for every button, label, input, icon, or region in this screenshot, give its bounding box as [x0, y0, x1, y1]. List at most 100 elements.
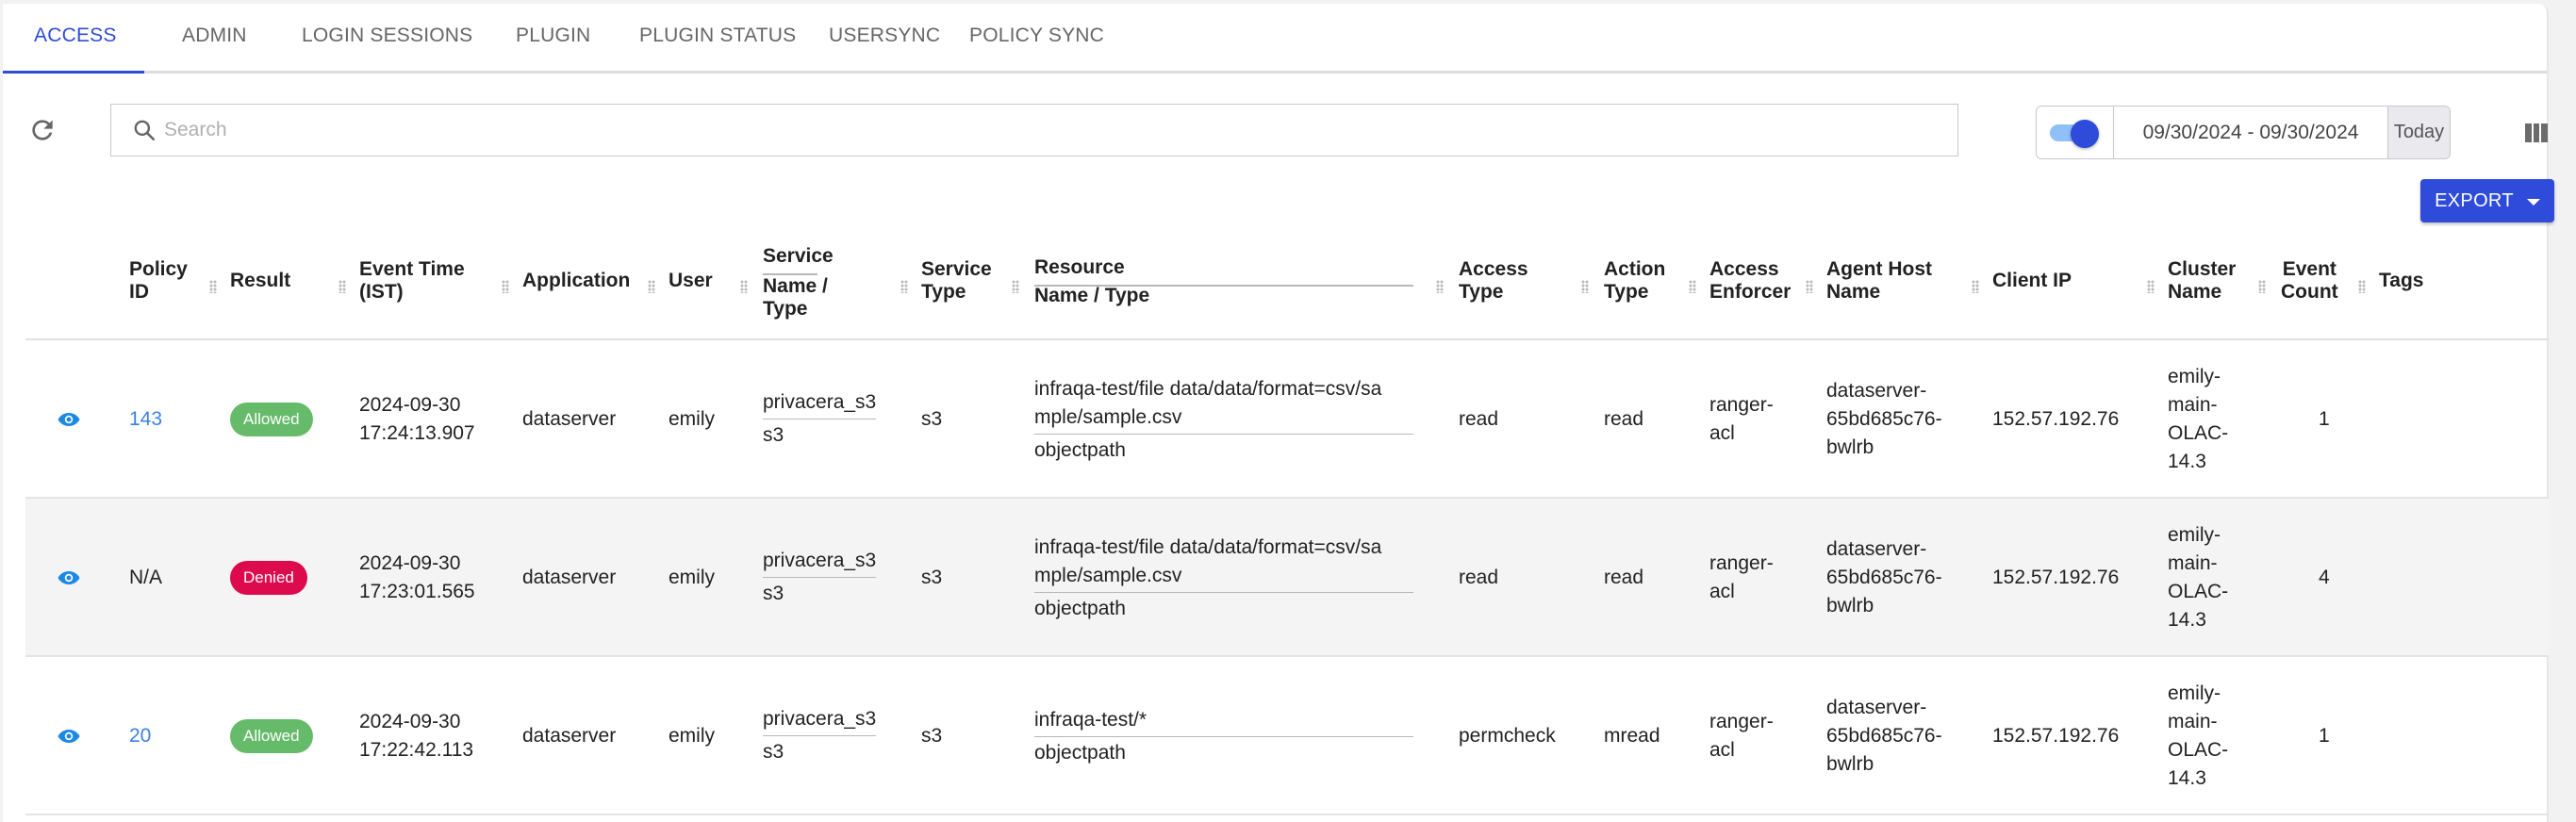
header-resource[interactable]: Resource Name / Type: [1034, 256, 1149, 307]
header-text: Name: [2168, 281, 2222, 303]
cell-text: ranger-: [1709, 552, 1774, 574]
column-drag-handle[interactable]: [2258, 280, 2266, 293]
header-text: Name /: [763, 275, 828, 297]
cell-text: privacera_s3: [763, 705, 877, 736]
cell-text: s3: [763, 741, 784, 763]
cell-resource-name-type: infraqa-test/file data/data/format=csv/s…: [1034, 375, 1413, 465]
column-drag-handle[interactable]: [2358, 280, 2366, 293]
access-audit-table: Policy ID Result Event Time (IST) Applic…: [25, 230, 2549, 815]
header-service-type[interactable]: Service Type: [921, 258, 992, 304]
cell-application: dataserver: [522, 567, 617, 588]
cell-text: acl: [1709, 581, 1735, 602]
header-text: Policy: [129, 258, 188, 280]
cell-text: main-: [2168, 552, 2218, 574]
header-service[interactable]: Service Name / Type: [763, 245, 834, 321]
column-drag-handle[interactable]: [502, 280, 509, 293]
cell-user: emily: [669, 567, 716, 588]
cell-text: mple/sample.csv: [1034, 406, 1182, 428]
table-row[interactable]: 143 Allowed 2024-09-30 17:24:13.907 datas…: [25, 340, 2549, 499]
header-action-type[interactable]: Action Type: [1604, 258, 1665, 304]
column-drag-handle[interactable]: [648, 280, 655, 293]
tab-policy-sync[interactable]: POLICY SYNC: [969, 25, 1104, 53]
cell-text: 2024-09-30: [359, 711, 461, 732]
tab-plugin[interactable]: PLUGIN: [516, 25, 590, 53]
date-range-input[interactable]: 09/30/2024 - 09/30/2024: [2114, 107, 2387, 158]
header-event-count[interactable]: Event Count: [2281, 258, 2338, 304]
table-header: Policy ID Result Event Time (IST) Applic…: [25, 230, 2549, 340]
column-drag-handle[interactable]: [1436, 280, 1444, 293]
cell-text: bwlrb: [1826, 753, 1874, 775]
tab-plugin-status[interactable]: PLUGIN STATUS: [639, 25, 796, 53]
audit-page: ACCESS ADMIN LOGIN SESSIONS PLUGIN PLUGI…: [3, 4, 2554, 822]
column-drag-handle[interactable]: [1012, 280, 1019, 293]
resource-name: infraqa-test/*: [1034, 706, 1413, 737]
cell-agent-host-name: dataserver- 65bd685c76- bwlrb: [1826, 377, 1942, 462]
cell-client-ip: 152.57.192.76: [1992, 408, 2120, 430]
column-drag-handle[interactable]: [1806, 280, 1813, 293]
header-result[interactable]: Result: [230, 270, 290, 292]
result-badge: Allowed: [230, 719, 313, 753]
cell-text: 2024-09-30: [359, 394, 461, 416]
refresh-button[interactable]: [27, 115, 58, 145]
tab-usersync[interactable]: USERSYNC: [829, 25, 940, 53]
tab-admin[interactable]: ADMIN: [182, 25, 247, 53]
header-tags[interactable]: Tags: [2379, 270, 2423, 292]
cell-text: OLAC-: [2168, 739, 2229, 761]
header-text: Type: [763, 298, 808, 320]
export-button[interactable]: EXPORT: [2420, 179, 2554, 222]
header-text: Cluster: [2168, 258, 2237, 280]
cell-text: s3: [763, 583, 784, 604]
cell-user: emily: [669, 725, 716, 747]
search-field[interactable]: [110, 104, 1958, 156]
today-button[interactable]: Today: [2387, 107, 2450, 158]
cell-text: 65bd685c76-: [1826, 567, 1942, 588]
header-divider: [1034, 285, 1413, 287]
table-row[interactable]: N/A Denied 2024-09-30 17:23:01.565 datase…: [25, 499, 2549, 657]
header-text: Name: [1826, 281, 1881, 303]
header-cluster-name[interactable]: Cluster Name: [2168, 258, 2236, 304]
cell-policy-id: N/A: [129, 567, 163, 588]
date-filter: 09/30/2024 - 09/30/2024 Today: [2036, 106, 2451, 159]
cell-resource-name-type: infraqa-test/file data/data/format=csv/s…: [1034, 534, 1413, 623]
tab-login-sessions[interactable]: LOGIN SESSIONS: [302, 25, 472, 53]
header-client-ip[interactable]: Client IP: [1992, 270, 2072, 292]
cell-client-ip: 152.57.192.76: [1992, 567, 2120, 588]
tab-access[interactable]: ACCESS: [34, 25, 117, 53]
cell-event-count: 1: [2319, 725, 2330, 747]
cell-access-enforcer: ranger-acl: [1709, 550, 1774, 606]
cell-event-time: 2024-09-30 17:23:01.565: [359, 550, 475, 606]
column-drag-handle[interactable]: [1581, 280, 1589, 293]
refresh-icon: [32, 120, 53, 140]
header-access-enforcer[interactable]: Access Enforcer: [1709, 258, 1791, 304]
policy-id-link[interactable]: 143: [129, 405, 162, 434]
header-user[interactable]: User: [669, 270, 713, 292]
column-drag-handle[interactable]: [740, 280, 748, 293]
column-drag-handle[interactable]: [209, 280, 217, 293]
column-bar: [2541, 123, 2549, 142]
header-agent-host-name[interactable]: Agent Host Name: [1826, 258, 1932, 304]
cell-text: dataserver-: [1826, 380, 1927, 402]
cell-service-name-type: privacera_s3 s3: [763, 547, 877, 608]
cell-text: OLAC-: [2168, 422, 2229, 444]
column-drag-handle[interactable]: [900, 280, 908, 293]
result-badge: Allowed: [230, 403, 313, 436]
date-filter-toggle[interactable]: [2037, 107, 2114, 158]
policy-id-link[interactable]: 20: [129, 722, 151, 750]
header-access-type[interactable]: Access Type: [1459, 258, 1528, 304]
view-columns-icon[interactable]: [2525, 123, 2549, 142]
search-input[interactable]: [164, 119, 1861, 141]
header-event-time[interactable]: Event Time (IST): [359, 258, 465, 304]
cell-text: infraqa-test/file data/data/format=csv/s…: [1034, 378, 1382, 400]
column-drag-handle[interactable]: [339, 280, 346, 293]
eye-icon[interactable]: [58, 729, 80, 744]
header-application[interactable]: Application: [522, 270, 630, 292]
eye-icon[interactable]: [58, 570, 80, 585]
cell-text: acl: [1709, 422, 1735, 444]
header-policy-id[interactable]: Policy ID: [129, 258, 188, 304]
column-drag-handle[interactable]: [2147, 280, 2155, 293]
table-row[interactable]: 20 Allowed 2024-09-30 17:22:42.113 datase…: [25, 657, 2549, 815]
eye-icon[interactable]: [58, 412, 80, 427]
cell-agent-host-name: dataserver- 65bd685c76- bwlrb: [1826, 535, 1942, 620]
column-drag-handle[interactable]: [1972, 280, 1979, 293]
column-drag-handle[interactable]: [1689, 280, 1696, 293]
